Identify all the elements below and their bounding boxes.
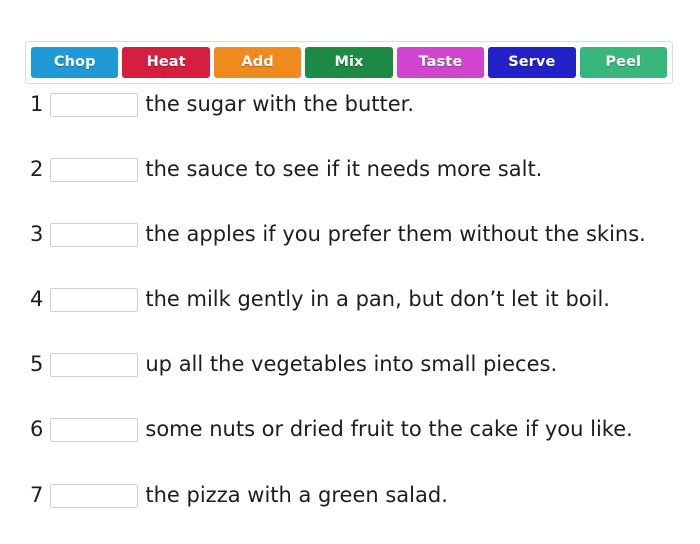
word-chip-chop[interactable]: Chop <box>31 47 119 78</box>
item-sentence: up all the vegetables into small pieces. <box>145 352 558 377</box>
item-sentence: some nuts or dried fruit to the cake if … <box>145 417 633 442</box>
answer-blank-6[interactable] <box>50 418 139 443</box>
answer-blank-4[interactable] <box>50 288 139 313</box>
item-number: 1 <box>30 92 44 116</box>
item-number: 7 <box>30 482 44 507</box>
exercise-item: 6 some nuts or dried fruit to the cake if… <box>30 417 633 443</box>
item-sentence: the pizza with a green salad. <box>145 482 448 507</box>
gap-fill-exercise: 1 the sugar with the butter. 2 the sauce to… <box>30 88 680 544</box>
exercise-item: 4 the milk gently in a pan, but don’t let… <box>30 287 610 313</box>
answer-blank-2[interactable] <box>50 158 139 183</box>
word-chip-heat[interactable]: Heat <box>122 47 210 78</box>
answer-blank-1[interactable] <box>50 93 139 117</box>
answer-blank-3[interactable] <box>50 223 139 248</box>
word-chip-peel[interactable]: Peel <box>579 47 667 78</box>
word-chip-serve[interactable]: Serve <box>488 47 576 78</box>
exercise-item: 5 up all the vegetables into small pieces… <box>30 352 558 378</box>
item-sentence: the milk gently in a pan, but don’t let … <box>145 287 610 312</box>
word-chip-mix[interactable]: Mix <box>305 47 393 78</box>
item-sentence: the apples if you prefer them without th… <box>145 222 646 247</box>
item-sentence: the sauce to see if it needs more salt. <box>145 157 543 182</box>
word-chip-add[interactable]: Add <box>213 47 302 78</box>
answer-blank-5[interactable] <box>50 353 139 378</box>
word-bank: Chop Heat Add Mix Taste Serve Peel <box>25 41 673 84</box>
exercise-item: 2 the sauce to see if it needs more salt. <box>30 157 543 183</box>
item-number: 5 <box>30 352 44 377</box>
item-number: 4 <box>30 287 44 312</box>
item-sentence: the sugar with the butter. <box>145 92 415 116</box>
exercise-item: 3 the apples if you prefer them without t… <box>30 222 646 248</box>
item-number: 2 <box>30 157 44 182</box>
item-number: 6 <box>30 417 44 442</box>
exercise-item: 7 the pizza with a green salad. <box>30 482 448 508</box>
exercise-item: 1 the sugar with the butter. <box>30 92 415 117</box>
item-number: 3 <box>30 222 44 247</box>
word-chip-taste[interactable]: Taste <box>396 47 485 78</box>
exercise-page: Chop Heat Add Mix Taste Serve Peel 1 the sugar … <box>0 0 700 525</box>
answer-blank-7[interactable] <box>50 483 139 508</box>
